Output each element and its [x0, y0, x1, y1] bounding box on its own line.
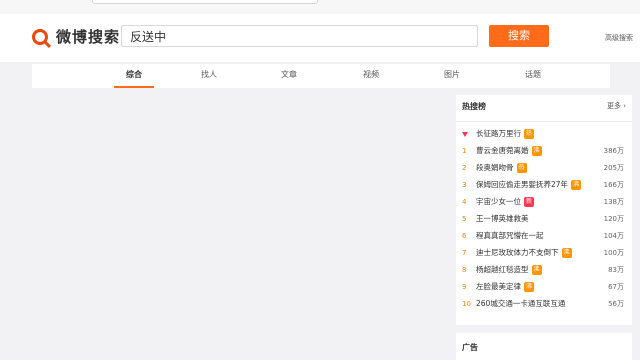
hot-item-title: 260城交通一卡通互联互通: [476, 299, 566, 308]
pin-arrow-icon: [462, 131, 476, 137]
hot-list-item[interactable]: 2 段奥娟吻骨 热 205万: [462, 161, 628, 175]
weibo-search-logo[interactable]: 微博搜索: [32, 26, 120, 47]
boil-badge: 沸: [524, 282, 534, 292]
hot-item-count: 67万: [608, 283, 624, 291]
divider: [456, 121, 632, 122]
hot-item-count: 104万: [603, 232, 624, 240]
hot-item-count: 166万: [603, 181, 624, 189]
hot-item-count: 100万: [603, 249, 624, 257]
hot-item-rank: 3: [462, 181, 467, 189]
hot-item-rank: 8: [462, 266, 467, 274]
more-link[interactable]: 更多 ›: [607, 101, 626, 111]
tab-users[interactable]: 找人: [189, 64, 229, 88]
hot-item-rank: 4: [462, 198, 467, 206]
hot-list-item[interactable]: 3 保姆回应偷走男婴抚养27年 沸 166万: [462, 178, 628, 192]
boil-badge: 沸: [571, 180, 582, 190]
hot-item-title: 程真真部咒懵在一起: [476, 231, 544, 240]
hot-item-rank: 1: [462, 147, 467, 155]
hot-item-rank: 2: [462, 164, 467, 172]
hot-item-rank: 7: [462, 249, 467, 257]
hot-item-count: 56万: [608, 300, 624, 308]
hot-item-title: 曹云金唐菀离婚: [476, 146, 529, 155]
hot-item-rank: 9: [462, 283, 467, 291]
hot-item-title: 杨超越红毯造型: [476, 265, 529, 274]
hot-item-title: 长征路万里行: [476, 129, 521, 138]
hot-item-count: 386万: [603, 147, 624, 155]
hot-item-count: 83万: [608, 266, 624, 274]
hot-badge: 热: [516, 163, 527, 173]
new-badge: 新: [524, 197, 534, 207]
hot-item-count: 120万: [603, 215, 624, 223]
advanced-search-link[interactable]: 高级搜索: [605, 33, 633, 43]
hot-list-item[interactable]: 5 王一博英雄救美 120万: [462, 212, 628, 226]
tab-images[interactable]: 图片: [432, 64, 472, 88]
hot-item-title: 迪士尼玫玫体力不支倒下: [476, 248, 559, 257]
search-tabs: 综合 找人 文章 视频 图片 话题: [32, 64, 610, 88]
magnifier-logo-icon: [32, 28, 48, 45]
hot-list-item[interactable]: 4 宇宙少女一位 新 138万: [462, 195, 628, 209]
hot-list-item[interactable]: 6 程真真部咒懵在一起 104万: [462, 229, 628, 243]
ad-panel: 广告: [456, 333, 632, 360]
hot-item-title: 宇宙少女一位: [476, 197, 521, 206]
search-header: 微博搜索 搜索 高级搜索: [0, 14, 640, 62]
hot-item-rank: 5: [462, 215, 467, 223]
ad-label: 广告: [462, 343, 478, 352]
hot-item-title: 王一博英雄救美: [476, 214, 529, 223]
boil-badge: 沸: [531, 146, 542, 156]
logo-text: 微博搜索: [56, 28, 121, 46]
hot-list-item[interactable]: 8 杨超越红毯造型 沸 83万: [462, 263, 628, 277]
hot-item-rank: 6: [462, 232, 467, 240]
hot-item-title: 左脸最美定律: [476, 282, 521, 291]
tab-comprehensive[interactable]: 综合: [114, 64, 154, 88]
hot-item-rank: 10: [462, 300, 471, 308]
boil-badge: 沸: [561, 248, 572, 258]
hot-item-title: 保姆回应偷走男婴抚养27年: [476, 180, 569, 189]
hot-list-item[interactable]: 10 260城交通一卡通互联互通 56万: [462, 297, 628, 311]
hot-search-panel: 热搜榜 更多 › 长征路万里行 热 1 曹云金唐菀离婚 沸 386万 2 段奥娟…: [456, 95, 632, 325]
search-input[interactable]: [121, 25, 478, 47]
hot-item-title: 段奥娟吻骨: [476, 163, 514, 172]
search-button[interactable]: 搜索: [489, 25, 549, 47]
tab-articles[interactable]: 文章: [269, 64, 309, 88]
hot-item-count: 138万: [603, 198, 624, 206]
tab-videos[interactable]: 视频: [351, 64, 391, 88]
hot-item-count: 205万: [603, 164, 624, 172]
hot-pinned-item[interactable]: 长征路万里行 热: [462, 127, 628, 141]
hot-list-item[interactable]: 1 曹云金唐菀离婚 沸 386万: [462, 144, 628, 158]
hot-list-item[interactable]: 7 迪士尼玫玫体力不支倒下 沸 100万: [462, 246, 628, 260]
hot-badge: 热: [524, 129, 534, 139]
hot-search-title: 热搜榜: [462, 102, 486, 111]
tab-topics[interactable]: 话题: [513, 64, 553, 88]
boil-badge: 沸: [531, 265, 542, 275]
browser-top-strip: [0, 0, 640, 14]
address-bar[interactable]: [92, 0, 318, 4]
hot-list-item[interactable]: 9 左脸最美定律 沸 67万: [462, 280, 628, 294]
